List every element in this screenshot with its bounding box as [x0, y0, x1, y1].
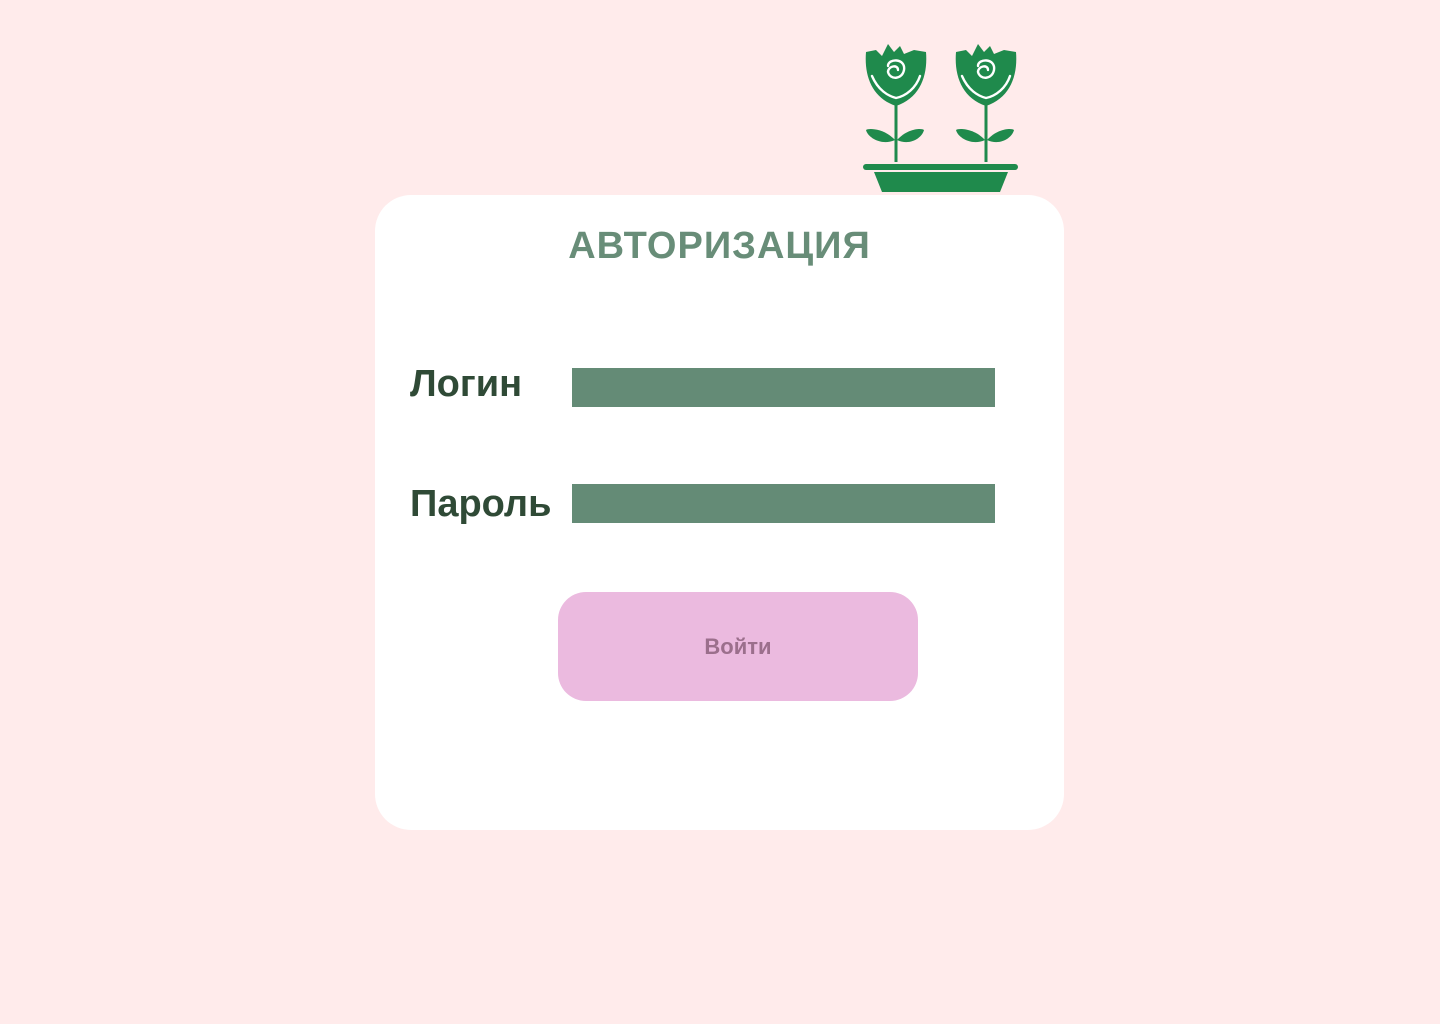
password-label: Пароль	[410, 483, 552, 525]
login-button[interactable]: Войти	[558, 592, 918, 701]
auth-title: АВТОРИЗАЦИЯ	[568, 225, 871, 267]
login-input[interactable]	[572, 368, 995, 407]
auth-card: АВТОРИЗАЦИЯ Логин Пароль Войти	[375, 195, 1064, 830]
login-label: Логин	[410, 363, 523, 405]
potted-roses-icon	[863, 44, 1018, 192]
password-input[interactable]	[572, 484, 995, 523]
